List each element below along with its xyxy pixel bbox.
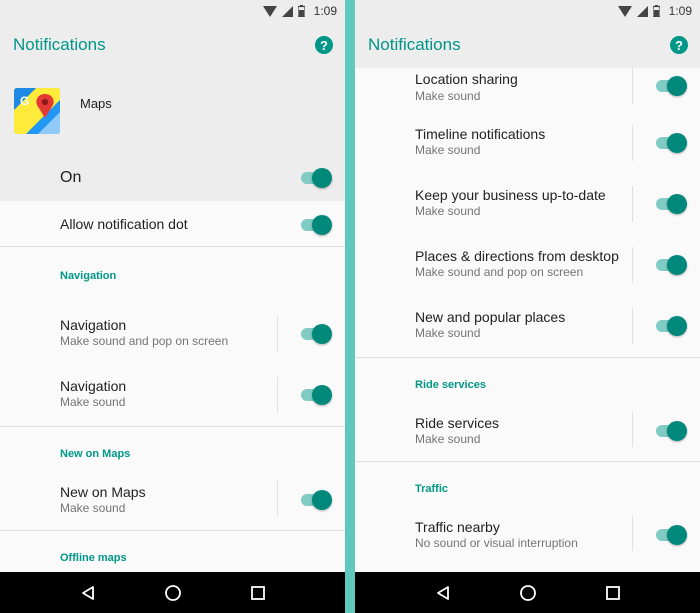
list-item[interactable]: Traffic nearby No sound or visual interr… bbox=[355, 512, 700, 565]
maps-app-icon: G bbox=[14, 88, 60, 134]
app-header: G Maps On bbox=[0, 68, 345, 201]
scroll-content[interactable]: Location sharing Make sound Timeline not… bbox=[355, 68, 700, 565]
list-item[interactable]: Timeline notifications Make sound bbox=[355, 113, 700, 174]
item-divider bbox=[632, 411, 633, 447]
list-item[interactable]: Keep your business up-to-date Make sound bbox=[355, 174, 700, 235]
list-item[interactable]: Navigation Make sound and pop on screen bbox=[0, 304, 345, 365]
help-circle-icon[interactable]: ? bbox=[670, 36, 688, 54]
list-item[interactable]: Ride services Make sound bbox=[355, 408, 700, 461]
help-circle-icon[interactable]: ? bbox=[315, 36, 333, 54]
item-subtitle: Make sound bbox=[60, 501, 126, 515]
item-title: Traffic nearby bbox=[415, 519, 500, 535]
item-toggle[interactable] bbox=[656, 255, 687, 275]
item-toggle[interactable] bbox=[656, 421, 687, 441]
item-title: New on Maps bbox=[60, 484, 146, 500]
wifi-icon bbox=[262, 5, 277, 17]
signal-icon bbox=[281, 5, 293, 17]
item-toggle[interactable] bbox=[656, 194, 687, 214]
back-triangle-icon[interactable] bbox=[78, 583, 98, 603]
item-divider bbox=[632, 186, 633, 222]
list-item[interactable]: Navigation Make sound bbox=[0, 365, 345, 426]
app-bar: Notifications ? bbox=[0, 22, 345, 68]
signal-icon bbox=[636, 5, 648, 17]
home-circle-icon[interactable] bbox=[163, 583, 183, 603]
item-divider bbox=[277, 377, 278, 413]
app-name: Maps bbox=[80, 96, 112, 111]
list-item[interactable]: New on Maps Make sound bbox=[0, 477, 345, 530]
item-toggle[interactable] bbox=[656, 133, 687, 153]
item-title: Navigation bbox=[60, 378, 127, 394]
list-item[interactable]: New and popular places Make sound bbox=[355, 296, 700, 357]
status-bar: 1:09 bbox=[355, 0, 700, 22]
page-title: Notifications bbox=[13, 35, 106, 54]
status-bar: 1:09 bbox=[0, 0, 345, 22]
item-divider bbox=[632, 125, 633, 161]
wifi-icon bbox=[617, 5, 632, 17]
allow-dot-row[interactable]: Allow notification dot bbox=[0, 201, 345, 247]
item-title: Navigation bbox=[60, 317, 127, 333]
clock: 1:09 bbox=[668, 4, 692, 18]
section-new-on-maps: New on Maps New on Maps Make sound bbox=[0, 427, 345, 530]
section-navigation: Navigation Navigation Make sound and pop… bbox=[0, 247, 345, 426]
item-subtitle: Make sound bbox=[415, 89, 481, 103]
item-subtitle: No sound or visual interruption bbox=[415, 536, 578, 550]
item-divider bbox=[632, 68, 633, 104]
clock: 1:09 bbox=[313, 4, 337, 18]
battery-icon bbox=[652, 5, 660, 17]
home-circle-icon[interactable] bbox=[518, 583, 538, 603]
item-toggle[interactable] bbox=[656, 76, 687, 96]
item-title: Ride services bbox=[415, 415, 500, 431]
item-toggle[interactable] bbox=[301, 490, 332, 510]
list-item[interactable]: Location sharing Make sound bbox=[355, 68, 700, 113]
item-title: New and popular places bbox=[415, 309, 566, 325]
back-triangle-icon[interactable] bbox=[433, 583, 453, 603]
master-toggle[interactable] bbox=[301, 168, 332, 188]
page-title: Notifications bbox=[368, 35, 461, 54]
section-header: New on Maps bbox=[60, 448, 131, 460]
app-bar: Notifications ? bbox=[355, 22, 700, 68]
item-subtitle: Make sound bbox=[415, 143, 481, 157]
item-divider bbox=[632, 247, 633, 283]
allow-dot-label: Allow notification dot bbox=[60, 216, 188, 232]
section-traffic: Traffic Traffic nearby No sound or visua… bbox=[355, 462, 700, 565]
svg-text:G: G bbox=[20, 94, 29, 108]
right-screen: 1:09 Notifications ? Location sharing Ma… bbox=[355, 0, 700, 613]
item-divider bbox=[277, 316, 278, 352]
battery-icon bbox=[297, 5, 305, 17]
nav-bar bbox=[0, 572, 345, 613]
item-subtitle: Make sound and pop on screen bbox=[60, 334, 229, 348]
item-title: Location sharing bbox=[415, 71, 518, 87]
section-header: Navigation bbox=[60, 270, 117, 282]
item-subtitle: Make sound bbox=[415, 432, 481, 446]
recents-square-icon[interactable] bbox=[603, 583, 623, 603]
item-toggle[interactable] bbox=[301, 385, 332, 405]
allow-dot-toggle[interactable] bbox=[301, 215, 332, 235]
item-title: Keep your business up-to-date bbox=[415, 187, 606, 203]
nav-bar bbox=[355, 572, 700, 613]
list-item[interactable]: Places & directions from desktop Make so… bbox=[355, 235, 700, 296]
item-toggle[interactable] bbox=[301, 324, 332, 344]
item-divider bbox=[632, 515, 633, 551]
item-divider bbox=[277, 480, 278, 516]
recents-square-icon[interactable] bbox=[248, 583, 268, 603]
item-toggle[interactable] bbox=[656, 525, 687, 545]
left-screen: 1:09 Notifications ? G Maps On Allow not… bbox=[0, 0, 345, 613]
section-header: Ride services bbox=[415, 379, 486, 391]
item-divider bbox=[632, 308, 633, 344]
item-subtitle: Make sound bbox=[415, 204, 481, 218]
item-subtitle: Make sound and pop on screen bbox=[415, 265, 584, 279]
item-title: Places & directions from desktop bbox=[415, 248, 619, 264]
section-header: Traffic bbox=[415, 483, 449, 495]
master-switch-label: On bbox=[60, 169, 82, 186]
item-toggle[interactable] bbox=[656, 316, 687, 336]
section-ride-services: Ride services Ride services Make sound bbox=[355, 358, 700, 461]
item-subtitle: Make sound bbox=[60, 395, 126, 409]
item-subtitle: Make sound bbox=[415, 326, 481, 340]
item-title: Timeline notifications bbox=[415, 126, 546, 142]
